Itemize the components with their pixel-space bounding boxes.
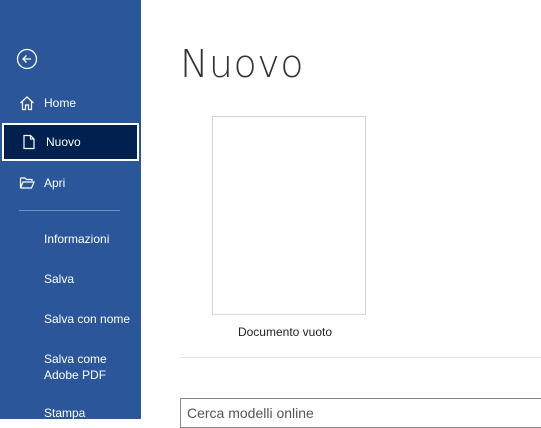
section-divider — [180, 357, 541, 358]
search-templates-input[interactable]: Cerca modelli online — [180, 398, 541, 428]
back-arrow-circle-icon[interactable] — [16, 48, 38, 70]
sidebar-item-salva-come-pdf[interactable]: Salva come Adobe PDF — [44, 351, 124, 383]
sidebar-item-salva-con-nome[interactable]: Salva con nome — [44, 311, 130, 327]
home-icon — [20, 96, 34, 111]
blank-document-template[interactable] — [212, 116, 366, 315]
backstage-sidebar: Home Nuovo Apri Informazioni Salva Salva… — [0, 0, 141, 420]
sidebar-item-new[interactable]: Nuovo — [2, 123, 139, 161]
sidebar-item-home[interactable]: Home — [0, 84, 141, 122]
sidebar-divider — [19, 210, 120, 211]
sidebar-item-label: Nuovo — [46, 135, 81, 149]
sidebar-item-open[interactable]: Apri — [0, 164, 141, 202]
template-label: Documento vuoto — [237, 325, 333, 339]
sidebar-item-label: Apri — [44, 176, 66, 190]
sidebar-item-label: Home — [44, 96, 77, 110]
page-title: Nuovo — [180, 42, 304, 86]
new-document-icon — [23, 134, 35, 150]
sidebar-item-informazioni[interactable]: Informazioni — [44, 231, 109, 247]
sidebar-item-salva[interactable]: Salva — [44, 271, 74, 287]
open-folder-icon — [19, 177, 35, 189]
